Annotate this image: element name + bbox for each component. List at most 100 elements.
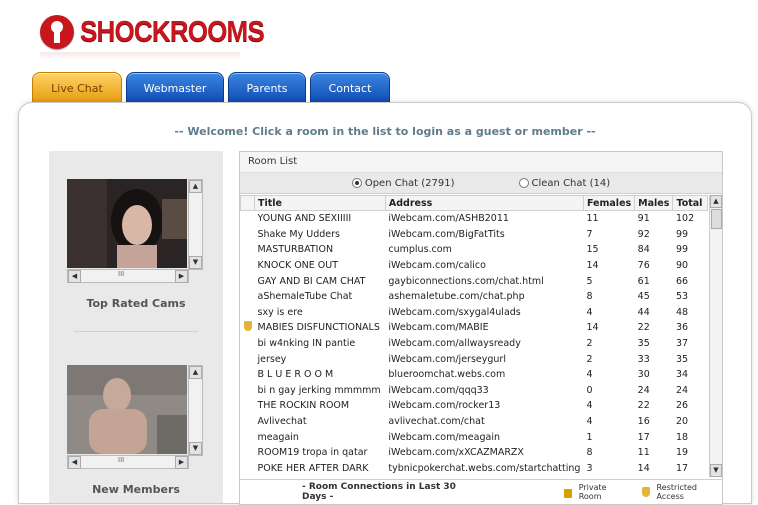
scroll-left-icon[interactable]: ◀ <box>68 456 81 469</box>
table-row[interactable]: sxy is ere iWebcam.com/sxygal4ulads 4 44 48 <box>241 305 708 321</box>
table-row[interactable]: POKE HER AFTER DARK tybnicpokerchat.webs.… <box>241 461 708 477</box>
room-males[interactable]: 17 <box>635 429 673 445</box>
room-address[interactable]: iWebcam.com/ASHB2011 <box>385 211 583 227</box>
scroll-right-icon[interactable]: ▶ <box>175 270 188 283</box>
room-total[interactable]: 99 <box>673 227 708 243</box>
room-males[interactable]: 76 <box>635 258 673 274</box>
tab-parents[interactable]: Parents <box>228 72 306 104</box>
room-address[interactable]: iWebcam.com/BigFatTits <box>385 227 583 243</box>
room-females[interactable]: 11 <box>583 211 634 227</box>
open-chat-label[interactable]: Open Chat (2791) <box>365 178 455 189</box>
room-total[interactable]: 35 <box>673 351 708 367</box>
cam-vertical-scrollbar[interactable]: ▲ ▼ <box>188 179 203 270</box>
table-row[interactable]: jersey iWebcam.com/jerseygurl 2 33 35 <box>241 351 708 367</box>
room-females[interactable]: 4 <box>583 398 634 414</box>
table-row[interactable]: MASTURBATION cumplus.com 15 84 99 <box>241 242 708 258</box>
header-total[interactable]: Total <box>672 195 708 211</box>
room-list-scrollbar[interactable]: ▲ ▼ <box>709 195 722 477</box>
room-males[interactable]: 14 <box>635 461 673 477</box>
tab-live-chat[interactable]: Live Chat <box>32 72 122 104</box>
scroll-up-icon[interactable]: ▲ <box>710 195 722 208</box>
room-total[interactable]: 34 <box>673 367 708 383</box>
tab-contact[interactable]: Contact <box>310 72 390 104</box>
table-row[interactable]: YOUNG AND SEXIIIII iWebcam.com/ASHB2011 11… <box>241 211 708 227</box>
room-title[interactable]: GAY AND BI CAM CHAT <box>255 273 386 289</box>
new-members-cam-viewer[interactable]: ▲ ▼ ◀ III ▶ <box>67 365 203 470</box>
room-address[interactable]: avlivechat.com/chat <box>385 414 583 430</box>
radio-selected-icon[interactable] <box>351 178 362 188</box>
room-total[interactable]: 19 <box>673 445 708 461</box>
top-rated-cam-viewer[interactable]: ▲ ▼ ◀ III ▶ <box>67 179 203 284</box>
room-females[interactable]: 8 <box>583 289 634 305</box>
room-males[interactable]: 11 <box>635 445 673 461</box>
room-address[interactable]: ashemaletube.com/chat.php <box>385 289 583 305</box>
scroll-up-icon[interactable]: ▲ <box>189 180 202 193</box>
clean-chat-radio[interactable]: Clean Chat (14) <box>518 178 610 189</box>
room-total[interactable]: 17 <box>673 461 708 477</box>
room-connections-link[interactable]: - Room Connections in Last 30 Days - <box>302 482 478 502</box>
cam-horizontal-scrollbar[interactable]: ◀ III ▶ <box>67 455 189 469</box>
room-title[interactable]: meagain <box>255 429 386 445</box>
room-title[interactable]: jersey <box>255 351 386 367</box>
room-males[interactable]: 22 <box>635 398 673 414</box>
scroll-right-icon[interactable]: ▶ <box>175 456 188 469</box>
room-address[interactable]: cumplus.com <box>385 242 583 258</box>
room-females[interactable]: 7 <box>583 227 634 243</box>
room-address[interactable]: iWebcam.com/MABIE <box>385 320 583 336</box>
room-females[interactable]: 1 <box>583 429 634 445</box>
tab-webmaster[interactable]: Webmaster <box>126 72 224 104</box>
room-males[interactable]: 84 <box>635 242 673 258</box>
room-females[interactable]: 8 <box>583 445 634 461</box>
table-row[interactable]: GAY AND BI CAM CHAT gaybiconnections.com/… <box>241 273 708 289</box>
room-males[interactable]: 24 <box>635 383 673 399</box>
cam-vertical-scrollbar[interactable]: ▲ ▼ <box>188 365 203 456</box>
room-title[interactable]: bi w4nking IN pantie <box>255 336 386 352</box>
room-title[interactable]: Shake My Udders <box>255 227 386 243</box>
room-males[interactable]: 33 <box>635 351 673 367</box>
table-row[interactable]: Avlivechat avlivechat.com/chat 4 16 20 <box>241 414 708 430</box>
room-title[interactable]: ROOM19 tropa in qatar <box>255 445 386 461</box>
header-title[interactable]: Title <box>254 195 386 211</box>
room-title[interactable]: sxy is ere <box>255 305 386 321</box>
room-females[interactable]: 4 <box>583 414 634 430</box>
cam-horizontal-scrollbar[interactable]: ◀ III ▶ <box>67 269 189 283</box>
scroll-left-icon[interactable]: ◀ <box>68 270 81 283</box>
room-males[interactable]: 44 <box>635 305 673 321</box>
table-row[interactable]: aShemaleTube Chat ashemaletube.com/chat.p… <box>241 289 708 305</box>
header-address[interactable]: Address <box>384 195 584 211</box>
room-males[interactable]: 30 <box>635 367 673 383</box>
room-address[interactable]: iWebcam.com/allwaysready <box>385 336 583 352</box>
room-females[interactable]: 14 <box>583 258 634 274</box>
room-address[interactable]: iWebcam.com/jerseygurl <box>385 351 583 367</box>
room-title[interactable]: POKE HER AFTER DARK <box>255 461 386 477</box>
room-total[interactable]: 24 <box>673 383 708 399</box>
room-total[interactable]: 99 <box>673 242 708 258</box>
header-males[interactable]: Males <box>634 195 674 211</box>
radio-icon[interactable] <box>518 178 529 188</box>
room-males[interactable]: 22 <box>635 320 673 336</box>
room-females[interactable]: 14 <box>583 320 634 336</box>
room-females[interactable]: 4 <box>583 367 634 383</box>
room-title[interactable]: THE ROCKIN ROOM <box>255 398 386 414</box>
room-total[interactable]: 20 <box>673 414 708 430</box>
room-females[interactable]: 15 <box>583 242 634 258</box>
table-row[interactable]: MABIES DISFUNCTIONALS iWebcam.com/MABIE 14… <box>241 320 708 336</box>
table-row[interactable]: B L U E R O O Mblueroomchat.webs.com 4 30 3… <box>241 367 708 383</box>
room-males[interactable]: 16 <box>635 414 673 430</box>
room-total[interactable]: 36 <box>673 320 708 336</box>
room-title[interactable]: bi n gay jerking mmmmm <box>255 383 386 399</box>
room-females[interactable]: 4 <box>583 305 634 321</box>
table-row[interactable]: KNOCK ONE OUT iWebcam.com/calico 14 76 90 <box>241 258 708 274</box>
room-address[interactable]: iWebcam.com/xXCAZMARZX <box>385 445 583 461</box>
room-males[interactable]: 35 <box>635 336 673 352</box>
open-chat-radio[interactable]: Open Chat (2791) <box>351 178 455 189</box>
scroll-thumb[interactable] <box>711 209 722 229</box>
room-title[interactable]: MASTURBATION <box>255 242 386 258</box>
room-total[interactable]: 102 <box>673 211 708 227</box>
cam-thumbnail[interactable] <box>67 365 187 454</box>
room-total[interactable]: 48 <box>673 305 708 321</box>
room-total[interactable]: 53 <box>673 289 708 305</box>
room-title[interactable]: YOUNG AND SEXIIIII <box>255 211 386 227</box>
table-row[interactable]: THE ROCKIN ROOM iWebcam.com/rocker13 4 22 26 <box>241 398 708 414</box>
logo[interactable]: SHOCKROOMS <box>40 12 284 52</box>
